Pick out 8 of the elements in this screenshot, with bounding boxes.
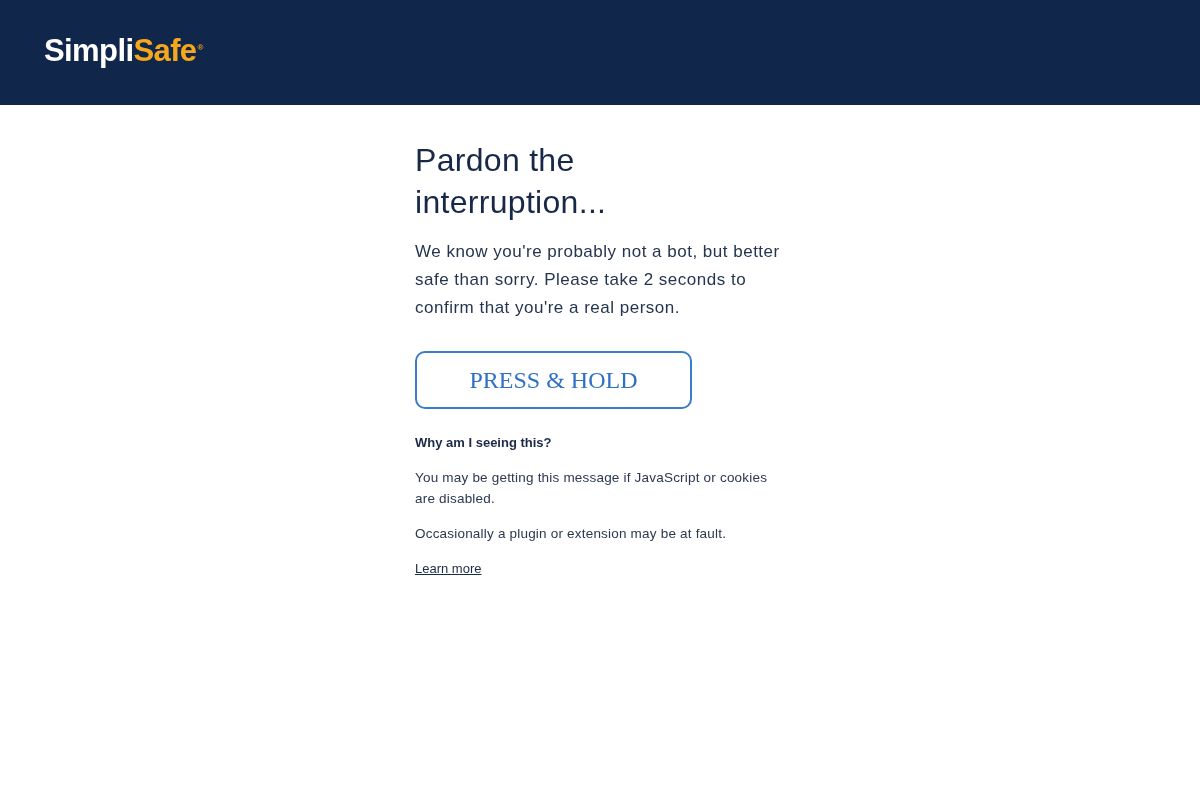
help-text: Occasionally a plugin or extension may be at fault. [415,525,728,543]
intro-text: We know you're probably not a bot, but better safe than sorry. Please take 2 seconds to confirm that you're a real person. [415,241,781,319]
page-heading: Pardon the interruption... [415,141,608,222]
press-and-hold-button[interactable]: PRESS & HOLD [415,351,692,409]
help-title: Why am I seeing this? [415,434,552,452]
brand-logo[interactable]: SimpliSafe$^{®}$ [44,35,204,70]
help-text: You may be getting this message if JavaScript or cookies are disabled. [415,469,769,508]
learn-more-link[interactable]: Learn more [415,558,482,579]
